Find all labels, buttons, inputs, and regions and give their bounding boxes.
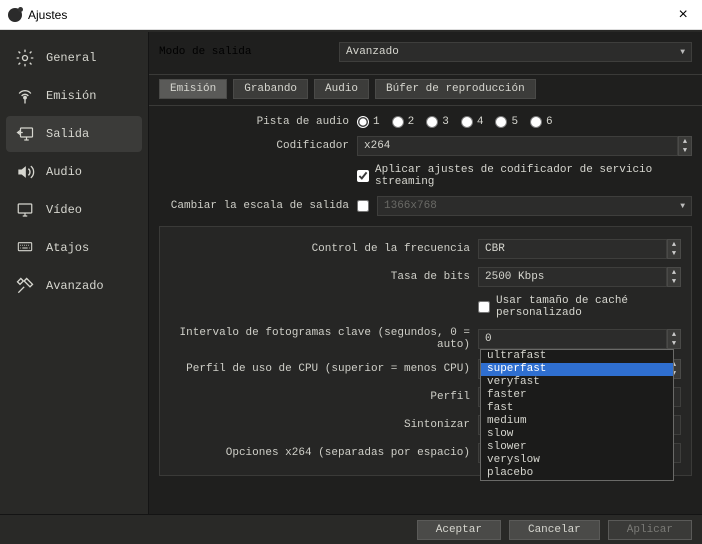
monitor-arrow-icon	[14, 125, 36, 143]
ok-button[interactable]: Aceptar	[417, 520, 501, 540]
titlebar: Ajustes ×	[0, 0, 702, 30]
sidebar-item-output[interactable]: Salida	[6, 116, 142, 152]
content-panel: Modo de salida Avanzado ▼ Emisión Graban…	[148, 32, 702, 514]
rate-control-spinner[interactable]: ▲▼	[667, 239, 681, 259]
close-icon[interactable]: ×	[672, 6, 694, 24]
sidebar-item-label: Audio	[46, 165, 82, 179]
output-tabs: Emisión Grabando Audio Búfer de reproduc…	[149, 77, 702, 103]
track-3-radio[interactable]: 3	[426, 116, 449, 128]
audio-track-radios: 1 2 3 4 5 6	[357, 116, 553, 128]
rescale-checkbox[interactable]	[357, 200, 369, 212]
track-1-radio[interactable]: 1	[357, 116, 380, 128]
tune-label: Sintonizar	[170, 419, 470, 431]
keyint-label: Intervalo de fotogramas clave (segundos,…	[170, 327, 470, 351]
output-mode-label: Modo de salida	[159, 46, 329, 58]
enforce-checkbox[interactable]	[357, 170, 369, 182]
track-2-radio[interactable]: 2	[392, 116, 415, 128]
audio-track-label: Pista de audio	[159, 116, 349, 128]
sidebar-item-label: Salida	[46, 127, 89, 141]
custom-buffer-checkbox[interactable]	[478, 301, 490, 313]
sidebar-item-hotkeys[interactable]: Atajos	[6, 230, 142, 266]
preset-option-placebo[interactable]: placebo	[481, 467, 673, 480]
cpu-preset-dropdown[interactable]: ultrafastsuperfastveryfastfasterfastmedi…	[480, 349, 674, 481]
tools-icon	[14, 277, 36, 295]
sidebar-item-label: Avanzado	[46, 279, 104, 293]
tab-audio[interactable]: Audio	[314, 79, 369, 99]
chevron-down-icon: ▼	[680, 202, 685, 211]
sidebar-item-advanced[interactable]: Avanzado	[6, 268, 142, 304]
sidebar-item-audio[interactable]: Audio	[6, 154, 142, 190]
sidebar-item-label: General	[46, 51, 96, 65]
output-mode-select[interactable]: Avanzado ▼	[339, 42, 692, 62]
output-mode-value: Avanzado	[346, 46, 399, 58]
apply-button[interactable]: Aplicar	[608, 520, 692, 540]
preset-option-slower[interactable]: slower	[481, 441, 673, 454]
tab-replay-buffer[interactable]: Búfer de reproducción	[375, 79, 536, 99]
custom-buffer-label: Usar tamaño de caché personalizado	[496, 295, 681, 319]
sidebar-item-general[interactable]: General	[6, 40, 142, 76]
keyint-spinner[interactable]: ▲▼	[667, 329, 681, 349]
sidebar: General Emisión Salida Audio Vídeo Atajo…	[0, 32, 148, 514]
track-5-radio[interactable]: 5	[495, 116, 518, 128]
preset-option-fast[interactable]: fast	[481, 402, 673, 415]
rescale-label: Cambiar la escala de salida	[159, 200, 349, 212]
cancel-button[interactable]: Cancelar	[509, 520, 600, 540]
rescale-select[interactable]: 1366x768 ▼	[377, 196, 692, 216]
gear-icon	[14, 49, 36, 67]
rate-control-select[interactable]: CBR	[478, 239, 667, 259]
app-icon	[8, 8, 22, 22]
window-title: Ajustes	[28, 8, 67, 22]
speaker-icon	[14, 163, 36, 181]
tab-recording[interactable]: Grabando	[233, 79, 308, 99]
sidebar-item-stream[interactable]: Emisión	[6, 78, 142, 114]
encoder-label: Codificador	[159, 140, 349, 152]
encoder-spinner[interactable]: ▲▼	[678, 136, 692, 156]
x264opts-label: Opciones x264 (separadas por espacio)	[170, 447, 470, 459]
chevron-down-icon: ▼	[680, 48, 685, 57]
sidebar-item-label: Atajos	[46, 241, 89, 255]
preset-option-veryslow[interactable]: veryslow	[481, 454, 673, 467]
enforce-label: Aplicar ajustes de codificador de servic…	[375, 164, 692, 188]
preset-option-medium[interactable]: medium	[481, 415, 673, 428]
cpu-preset-label: Perfíl de uso de CPU (superior = menos C…	[170, 363, 470, 375]
preset-option-slow[interactable]: slow	[481, 428, 673, 441]
sidebar-item-label: Emisión	[46, 89, 96, 103]
keyboard-icon	[14, 239, 36, 257]
monitor-icon	[14, 201, 36, 219]
sidebar-item-label: Vídeo	[46, 203, 82, 217]
track-6-radio[interactable]: 6	[530, 116, 553, 128]
bitrate-spinner[interactable]: ▲▼	[667, 267, 681, 287]
track-4-radio[interactable]: 4	[461, 116, 484, 128]
preset-option-superfast[interactable]: superfast	[481, 363, 673, 376]
profile-label: Perfil	[170, 391, 470, 403]
antenna-icon	[14, 87, 36, 105]
rate-control-label: Control de la frecuencia	[170, 243, 470, 255]
bitrate-input[interactable]	[478, 267, 667, 287]
sidebar-item-video[interactable]: Vídeo	[6, 192, 142, 228]
dialog-footer: Aceptar Cancelar Aplicar	[0, 514, 702, 544]
encoder-select[interactable]: x264	[357, 136, 678, 156]
preset-option-ultrafast[interactable]: ultrafast	[481, 350, 673, 363]
bitrate-label: Tasa de bits	[170, 271, 470, 283]
preset-option-faster[interactable]: faster	[481, 389, 673, 402]
keyint-input[interactable]	[478, 329, 667, 349]
tab-streaming[interactable]: Emisión	[159, 79, 227, 99]
preset-option-veryfast[interactable]: veryfast	[481, 376, 673, 389]
